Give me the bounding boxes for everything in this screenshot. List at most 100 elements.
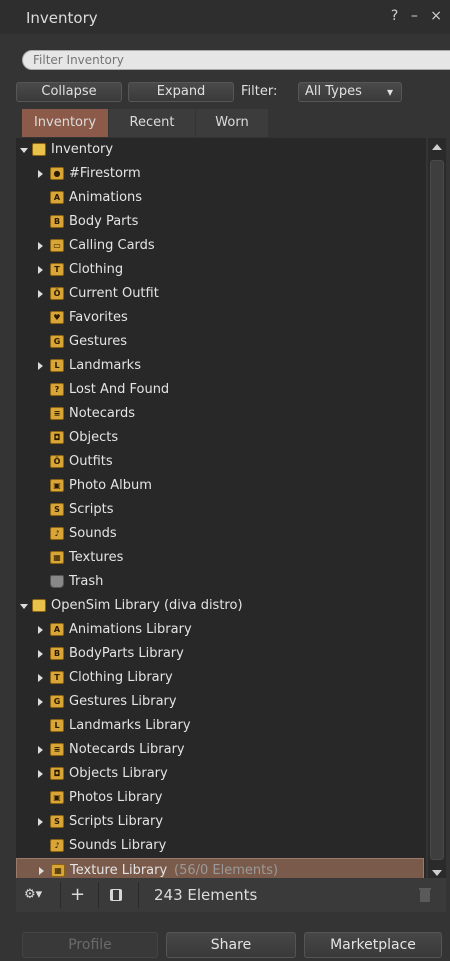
tree-item-label: Trash [69, 574, 104, 589]
tree-item-label: Textures [69, 550, 124, 565]
scroll-down-icon[interactable] [432, 870, 442, 876]
tree-item-label: Landmarks [69, 358, 141, 373]
tree-item[interactable]: G Gestures [16, 330, 426, 354]
tree-item[interactable]: T Clothing [16, 258, 426, 282]
expanded-arrow-icon[interactable] [20, 604, 28, 609]
tab-worn[interactable]: Worn [196, 109, 268, 137]
filter-label: Filter: [241, 84, 278, 99]
close-icon[interactable]: × [430, 8, 444, 24]
tree-root-folder[interactable]: OpenSim Library (diva distro) [16, 594, 426, 618]
tree-item[interactable]: L Landmarks [16, 354, 426, 378]
chevron-down-icon: ▾ [386, 85, 393, 99]
landmarks-folder-icon: L [50, 359, 64, 372]
open-folder-icon [32, 143, 46, 156]
tree-item-label: Clothing [69, 262, 124, 277]
help-icon[interactable]: ? [391, 8, 400, 24]
collapsed-arrow-icon[interactable] [38, 266, 43, 274]
tree-item[interactable]: ◘ Objects [16, 426, 426, 450]
animations-folder-icon: A [50, 191, 64, 204]
type-filter-dropdown[interactable]: All Types ▾ [298, 82, 402, 102]
tree-item-label: Animations Library [69, 622, 192, 637]
collapsed-arrow-icon[interactable] [38, 626, 43, 634]
tree-item[interactable]: S Scripts Library [16, 810, 426, 834]
tree-item[interactable]: ≡ Notecards [16, 402, 426, 426]
collapsed-arrow-icon[interactable] [38, 698, 43, 706]
minimize-icon[interactable]: – [411, 8, 420, 24]
textures-folder-icon: ▦ [51, 864, 65, 877]
tree-item[interactable]: ◘ Objects Library [16, 762, 426, 786]
tree-item[interactable]: ▣ Photo Album [16, 474, 426, 498]
tab-recent[interactable]: Recent [109, 109, 195, 137]
expand-button[interactable]: Expand [128, 82, 234, 102]
tree-item[interactable]: L Landmarks Library [16, 714, 426, 738]
new-window-icon[interactable] [108, 878, 124, 912]
animations-folder-icon: A [50, 623, 64, 636]
tree-item[interactable]: Ö Outfits [16, 450, 426, 474]
collapsed-arrow-icon[interactable] [39, 867, 44, 875]
collapsed-arrow-icon[interactable] [38, 242, 43, 250]
tree-item[interactable]: T Clothing Library [16, 666, 426, 690]
trash-icon[interactable] [418, 878, 432, 912]
scroll-thumb[interactable] [430, 160, 444, 860]
tree-item[interactable]: A Animations Library [16, 618, 426, 642]
collapsed-arrow-icon[interactable] [38, 362, 43, 370]
tree-item-label: OpenSim Library (diva distro) [51, 598, 243, 613]
bottom-toolbar: ⚙▾ + 243 Elements [16, 878, 446, 912]
inventory-tree[interactable]: Inventory ● #Firestorm A Animations B Body Par… [16, 138, 426, 880]
scripts-folder-icon: S [50, 815, 64, 828]
collapsed-arrow-icon[interactable] [38, 674, 43, 682]
tree-item-label: Favorites [69, 310, 128, 325]
tree-item-label: Animations [69, 190, 143, 205]
collapse-button[interactable]: Collapse [16, 82, 122, 102]
scrollbar[interactable] [428, 138, 446, 880]
gestures-folder-icon: G [50, 335, 64, 348]
tree-item[interactable]: ▦ Textures [16, 546, 426, 570]
collapsed-arrow-icon[interactable] [38, 818, 43, 826]
tree-item[interactable]: ♥ Favorites [16, 306, 426, 330]
tree-item[interactable]: ▣ Photos Library [16, 786, 426, 810]
tree-root-folder[interactable]: Inventory [16, 138, 426, 162]
filter-inventory-input[interactable] [22, 50, 450, 70]
scroll-up-icon[interactable] [432, 144, 442, 150]
tree-item-label: Outfits [69, 454, 113, 469]
tree-item[interactable]: A Animations [16, 186, 426, 210]
tab-inventory[interactable]: Inventory [22, 109, 108, 137]
title-bar[interactable]: Inventory ? – × [0, 0, 450, 34]
share-button[interactable]: Share [166, 932, 296, 958]
collapsed-arrow-icon[interactable] [38, 290, 43, 298]
tree-item[interactable]: B Body Parts [16, 210, 426, 234]
profile-button[interactable]: Profile [22, 932, 158, 958]
sounds-folder-icon: ♪ [50, 839, 64, 852]
tree-item[interactable]: G Gestures Library [16, 690, 426, 714]
objects-folder-icon: ◘ [50, 431, 64, 444]
favorites-folder-icon: ♥ [50, 311, 64, 324]
tree-item[interactable]: ▭ Calling Cards [16, 234, 426, 258]
tree-item[interactable]: Trash [16, 570, 426, 594]
tree-item[interactable]: ≡ Notecards Library [16, 738, 426, 762]
collapsed-arrow-icon[interactable] [38, 170, 43, 178]
collapsed-arrow-icon[interactable] [38, 650, 43, 658]
tree-item[interactable]: B BodyParts Library [16, 642, 426, 666]
tree-item-label: Gestures [69, 334, 128, 349]
expanded-arrow-icon[interactable] [20, 148, 28, 153]
lostandfound-folder-icon: ? [50, 383, 64, 396]
tree-item[interactable]: Ö Current Outfit [16, 282, 426, 306]
gear-menu-icon[interactable]: ⚙▾ [24, 878, 42, 912]
tree-item[interactable]: ? Lost And Found [16, 378, 426, 402]
divider [98, 882, 99, 908]
bodyparts-folder-icon: B [50, 647, 64, 660]
add-icon[interactable]: + [70, 878, 85, 912]
tree-item[interactable]: ♪ Sounds [16, 522, 426, 546]
collapsed-arrow-icon[interactable] [38, 770, 43, 778]
landmarks-folder-icon: L [50, 719, 64, 732]
open-folder-icon [32, 599, 46, 612]
tree-item-label: Gestures Library [69, 694, 177, 709]
tree-item[interactable]: ● #Firestorm [16, 162, 426, 186]
tree-item[interactable]: ♪ Sounds Library [16, 834, 426, 858]
tree-item-label: BodyParts Library [69, 646, 184, 661]
tree-item[interactable]: ▦ Texture Library (56/0 Elements) [16, 858, 424, 880]
tree-item-label: Photo Album [69, 478, 152, 493]
collapsed-arrow-icon[interactable] [38, 746, 43, 754]
marketplace-button[interactable]: Marketplace [304, 932, 442, 958]
tree-item[interactable]: S Scripts [16, 498, 426, 522]
